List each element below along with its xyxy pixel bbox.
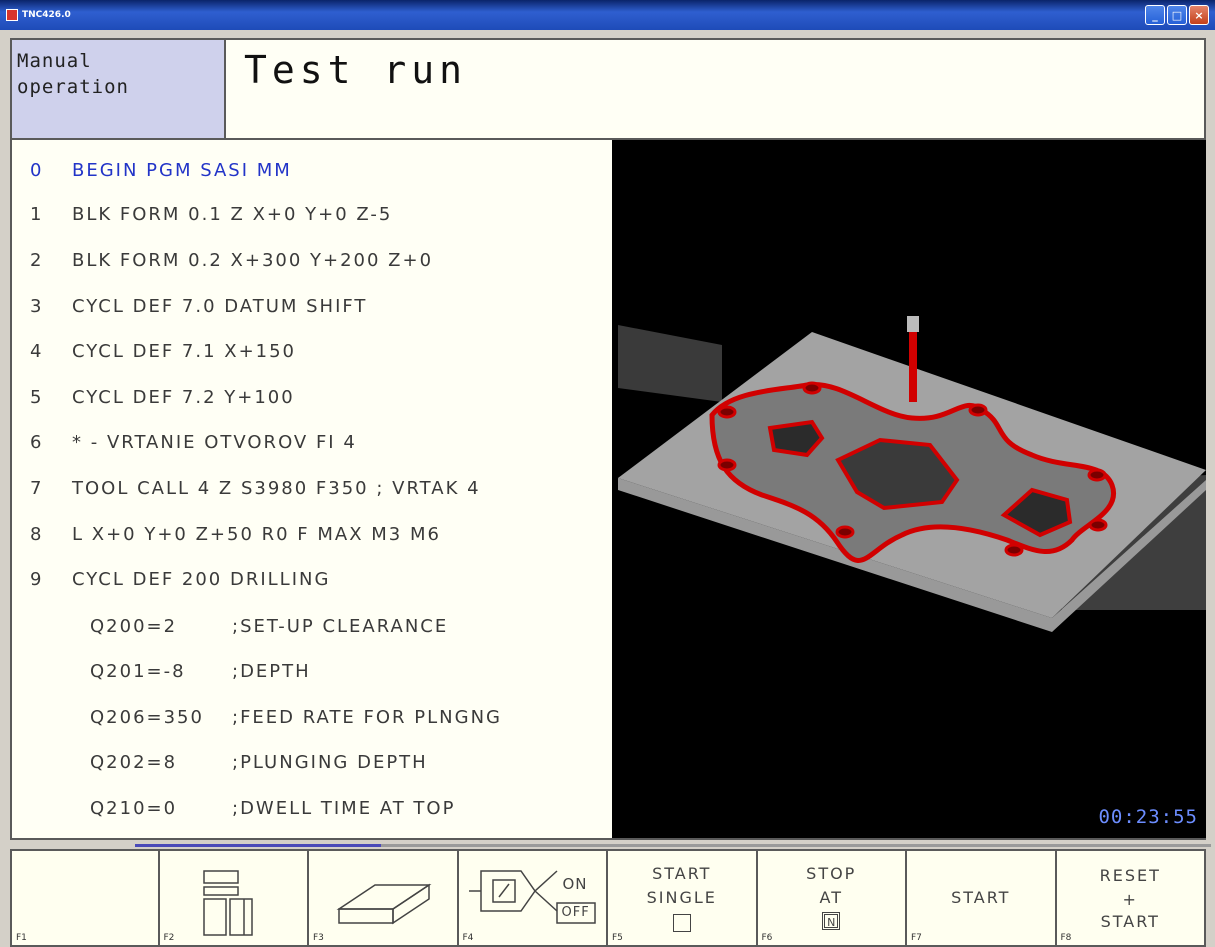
softkey-f7[interactable]: START F7	[907, 851, 1057, 947]
softkey-label: SINGLE	[646, 888, 717, 907]
line-number: 2	[30, 250, 44, 271]
fkey-label: F5	[612, 933, 623, 943]
fkey-label: F1	[16, 933, 27, 943]
drill-hole	[717, 405, 737, 419]
drill-hole	[1088, 518, 1108, 532]
softkey-page-indicator-active	[135, 844, 381, 847]
machine-mode-line1: Manual	[17, 50, 92, 72]
vice-jaw-left	[618, 325, 722, 402]
program-listing[interactable]: 0 BEGIN PGM SASI MM 1 BLK FORM 0.1 Z X+0 Y…	[10, 140, 612, 840]
param-comment: ;DEPTH	[232, 661, 311, 682]
close-button[interactable]: ×	[1189, 5, 1209, 25]
fkey-label: F8	[1060, 933, 1072, 943]
line-text: BLK FORM 0.2 X+300 Y+200 Z+0	[72, 250, 434, 271]
softkey-row-indicator	[10, 841, 1211, 849]
drill-hole	[802, 381, 822, 395]
fkey-label: F2	[163, 933, 175, 943]
line-number: 6	[30, 432, 44, 453]
line-text: CYCL DEF 7.1 X+150	[72, 341, 297, 362]
drill-hole	[835, 525, 855, 539]
softkey-f8[interactable]: RESET + START F8	[1056, 851, 1206, 947]
tool-holder	[907, 316, 919, 332]
softkey-bar: F1 F2 F3 ON OFF F4 START SINGLE F5 STOP …	[10, 849, 1206, 947]
param-value: Q201=-8	[90, 661, 186, 682]
window-titlebar: TNC426.0 _ □ ×	[0, 0, 1215, 30]
drill-hole	[1004, 543, 1024, 557]
softkey-f6[interactable]: STOP AT N F6	[757, 851, 907, 947]
toggle-off-label: OFF	[561, 905, 590, 920]
line-number: 9	[30, 569, 44, 590]
toggle-on-label: ON	[562, 875, 588, 893]
elapsed-time: 00:23:55	[1098, 806, 1198, 828]
block-skip-toggle-icon	[468, 870, 596, 924]
param-comment: ;FEED RATE FOR PLNGNG	[232, 707, 502, 728]
line-text: CYCL DEF 7.2 Y+100	[72, 387, 295, 408]
stop-at-n-indicator: N	[822, 911, 841, 930]
fkey-label: F4	[462, 933, 474, 943]
line-text: CYCL DEF 200 DRILLING	[72, 569, 331, 590]
line-text: BLK FORM 0.1 Z X+0 Y+0 Z-5	[72, 204, 393, 225]
line-text: TOOL CALL 4 Z S3980 F350 ; VRTAK 4	[72, 478, 481, 499]
softkey-label: START	[1100, 912, 1160, 931]
softkey-f4[interactable]: ON OFF F4	[458, 851, 608, 947]
line-number: 8	[30, 524, 44, 545]
drill-tool	[909, 330, 917, 402]
param-comment: ;DWELL TIME AT TOP	[232, 798, 456, 819]
line-number: 3	[30, 296, 44, 317]
window-controls: _ □ ×	[1145, 5, 1209, 25]
maximize-button[interactable]: □	[1167, 5, 1187, 25]
minimize-button[interactable]: _	[1145, 5, 1165, 25]
param-value: Q206=350	[90, 707, 204, 728]
fkey-label: F6	[761, 933, 773, 943]
softkey-f5[interactable]: START SINGLE F5	[608, 851, 758, 947]
drill-hole	[968, 403, 988, 417]
blank-form-icon	[336, 883, 432, 925]
line-text: L X+0 Y+0 Z+50 R0 F MAX M3 M6	[72, 524, 441, 545]
line-text: CYCL DEF 7.0 DATUM SHIFT	[72, 296, 368, 317]
softkey-f1[interactable]: F1	[10, 851, 160, 947]
param-value: Q210=0	[90, 798, 178, 819]
mode-header: Manual operation Test run	[10, 38, 1206, 140]
param-comment: ;PLUNGING DEPTH	[232, 752, 428, 773]
machine-mode-line2: operation	[17, 76, 129, 98]
line-number: 5	[30, 387, 44, 408]
program-mode-title: Test run	[244, 48, 468, 92]
app-icon	[6, 9, 18, 21]
single-block-indicator	[672, 913, 691, 932]
softkey-f2[interactable]: F2	[159, 851, 309, 947]
softkey-f3[interactable]: F3	[309, 851, 459, 947]
window-title: TNC426.0	[22, 10, 71, 20]
softkey-label: START	[652, 864, 712, 883]
line-number: 1	[30, 204, 44, 225]
simulation-graphics: 00:23:55	[612, 140, 1206, 840]
softkey-page-indicator	[381, 844, 1211, 847]
param-value: Q200=2	[90, 616, 178, 637]
softkey-label: STOP	[806, 864, 857, 883]
param-value: Q202=8	[90, 752, 178, 773]
view-layout-icon	[202, 870, 253, 936]
drill-hole	[1087, 468, 1107, 482]
softkey-label: START	[951, 888, 1011, 907]
line-text: BEGIN PGM SASI MM	[72, 160, 292, 181]
fkey-label: F7	[911, 933, 922, 943]
fkey-label: F3	[313, 933, 324, 943]
line-number: 4	[30, 341, 44, 362]
machine-mode-box: Manual operation	[12, 40, 226, 138]
line-number: 0	[30, 160, 44, 181]
workpiece-3d-view	[618, 316, 1206, 632]
line-text: * - VRTANIE OTVOROV FI 4	[72, 432, 357, 453]
line-number: 7	[30, 478, 44, 499]
param-comment: ;SET-UP CLEARANCE	[232, 616, 449, 637]
softkey-label: +	[1122, 890, 1138, 909]
drill-hole	[717, 458, 737, 472]
softkey-label: AT	[819, 888, 843, 907]
softkey-label: RESET	[1099, 866, 1161, 885]
